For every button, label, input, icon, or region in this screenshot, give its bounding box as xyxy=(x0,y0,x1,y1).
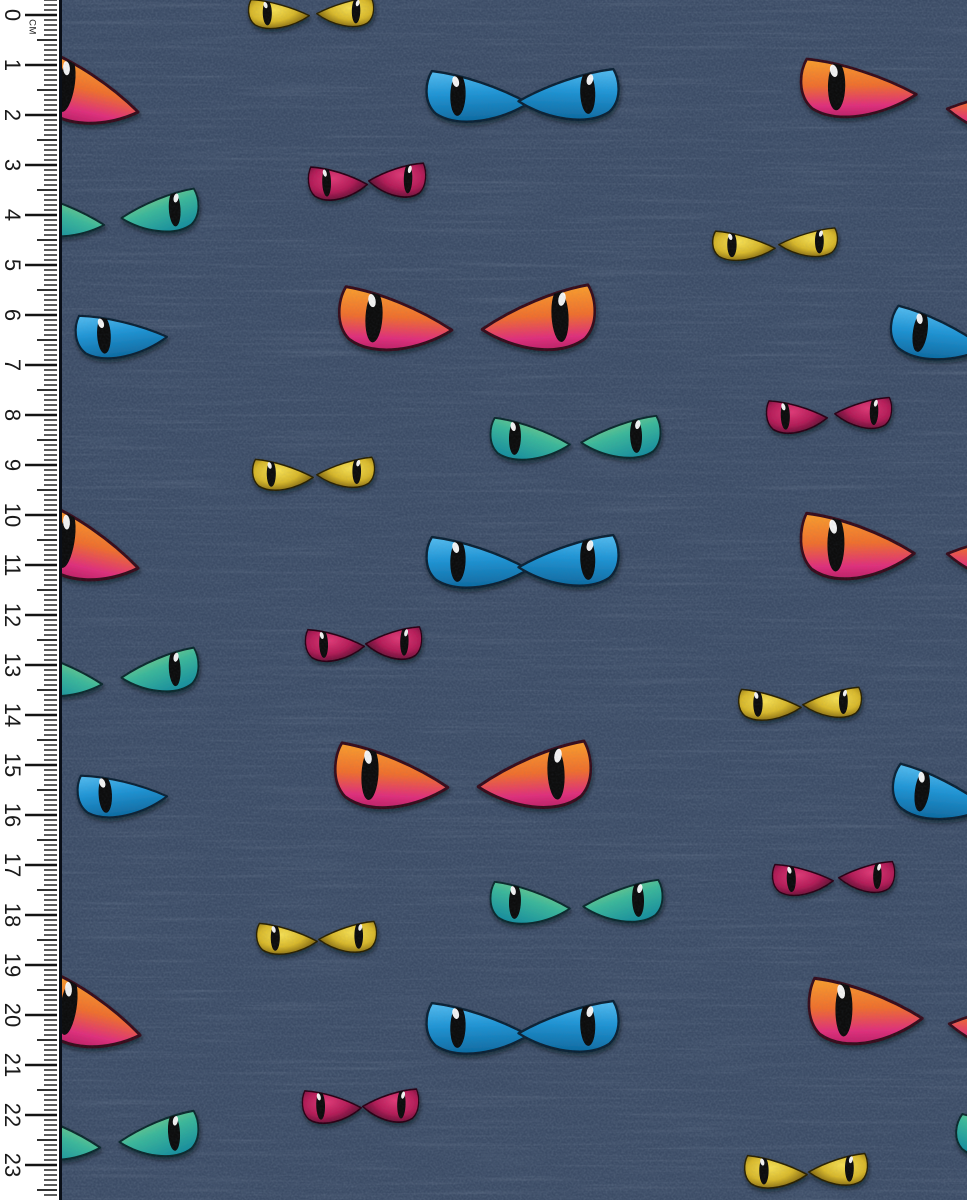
fabric-grain-overlay xyxy=(62,0,967,1200)
ruler-number: 10 xyxy=(0,503,25,527)
ruler-number: 23 xyxy=(0,1153,25,1177)
ruler-number: 7 xyxy=(0,359,25,371)
ruler-number: 12 xyxy=(0,603,25,627)
fabric-product-photo: 01234567891011121314151617181920212223CM xyxy=(0,0,967,1200)
ruler-number: 16 xyxy=(0,803,25,827)
ruler-number: 3 xyxy=(0,159,25,171)
ruler-number: 8 xyxy=(0,409,25,421)
measuring-ruler: 01234567891011121314151617181920212223CM xyxy=(0,0,59,1200)
ruler-number: 9 xyxy=(0,459,25,471)
ruler-number: 6 xyxy=(0,309,25,321)
ruler-number: 13 xyxy=(0,653,25,677)
ruler-number: 0 xyxy=(0,9,25,21)
fabric-swatch xyxy=(59,0,967,1200)
spooky-eyes-print xyxy=(62,0,967,1200)
ruler-number: 21 xyxy=(0,1053,25,1077)
ruler-number: 20 xyxy=(0,1003,25,1027)
ruler-number: 22 xyxy=(0,1103,25,1127)
ruler-scale: 01234567891011121314151617181920212223CM xyxy=(0,0,59,1200)
ruler-number: 17 xyxy=(0,853,25,877)
ruler-number: 11 xyxy=(0,554,25,577)
ruler-number: 2 xyxy=(0,109,25,121)
ruler-number: 14 xyxy=(0,703,25,727)
ruler-number: 4 xyxy=(0,209,25,221)
ruler-number: 18 xyxy=(0,903,25,927)
ruler-number: 19 xyxy=(0,953,25,977)
ruler-number: 5 xyxy=(0,259,25,271)
ruler-unit-label: CM xyxy=(26,19,37,35)
ruler-number: 1 xyxy=(0,59,25,71)
ruler-number: 15 xyxy=(0,753,25,777)
